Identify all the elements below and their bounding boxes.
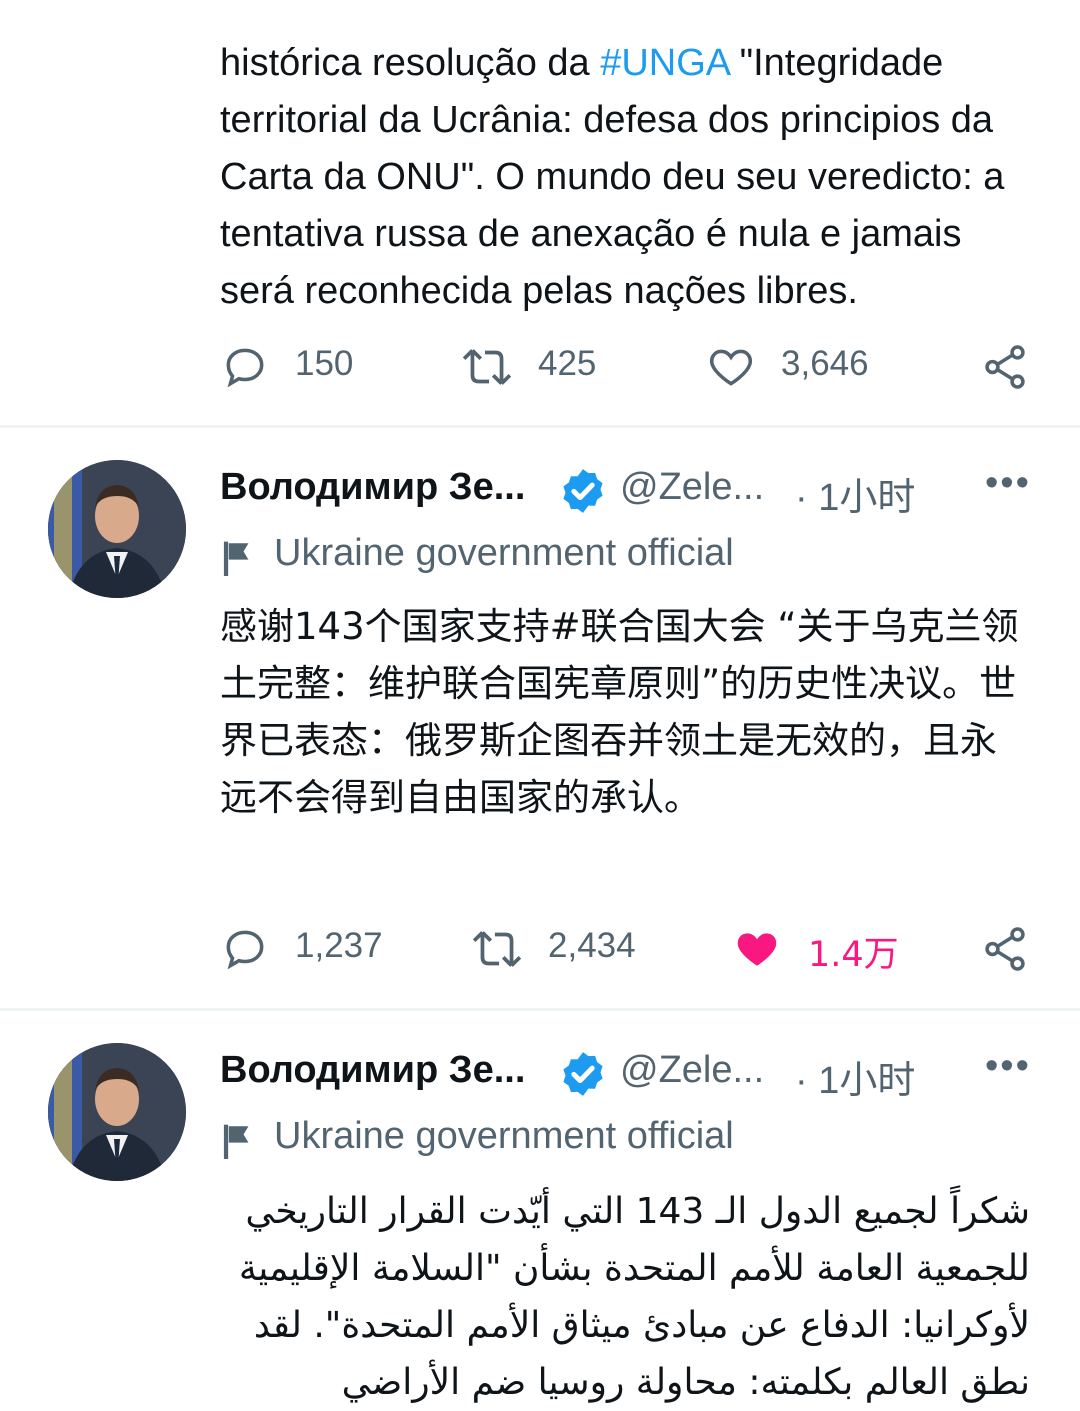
tweet-timestamp[interactable]: · 1小时 — [795, 1049, 915, 1104]
share-icon — [985, 345, 1025, 389]
flag-icon — [223, 541, 249, 576]
tweet-2-text: 感谢143个国家支持#联合国大会 “关于乌克兰领土完整：维护联合国宪章原则”的历… — [220, 605, 1019, 819]
tweet-2[interactable]: Володимир Зе... @Zele... · 1小时 ••• Ukrai… — [0, 428, 1080, 1008]
account-label[interactable]: Ukraine government official — [220, 532, 1040, 582]
reply-icon — [226, 348, 264, 388]
avatar[interactable] — [48, 1043, 186, 1181]
avatar[interactable] — [48, 460, 186, 598]
tweet-3-header: Володимир Зе... @Zele... · 1小时 ••• — [220, 1045, 1040, 1105]
verified-badge-icon — [563, 1052, 603, 1096]
account-label[interactable]: Ukraine government official — [220, 1115, 1040, 1165]
tweet-2-actions: 1,237 2,434 1.4万 — [220, 918, 1040, 978]
retweet-icon — [472, 931, 522, 967]
flag-icon — [223, 1124, 249, 1159]
tweet-1-text: histórica resolução da #UNGA "Integridad… — [220, 0, 1040, 320]
tweet-3-text: شكراً لجميع الدول الـ 143 التي أيّدت الق… — [238, 1191, 1030, 1403]
tweet-3[interactable]: Володимир Зе... @Zele... · 1小时 ••• Ukrai… — [0, 1011, 1080, 1407]
reply-count: 150 — [295, 344, 354, 383]
avatar-portrait — [48, 1043, 186, 1181]
tweet-1-hashtag-link[interactable]: #UNGA — [600, 42, 729, 84]
avatar-portrait — [48, 460, 186, 598]
author-handle[interactable]: @Zele... — [620, 1049, 764, 1092]
retweet-count: 425 — [538, 344, 597, 383]
tweet-timestamp[interactable]: · 1小时 — [795, 466, 915, 521]
reply-count: 1,237 — [295, 926, 383, 965]
tweet-1[interactable]: histórica resolução da #UNGA "Integridad… — [0, 0, 1080, 425]
author-name[interactable]: Володимир Зе... — [220, 466, 525, 509]
author-handle[interactable]: @Zele... — [620, 466, 764, 509]
verified-badge-icon — [563, 469, 603, 513]
like-count: 3,646 — [781, 344, 869, 383]
share-icon — [985, 927, 1025, 971]
more-icon[interactable]: ••• — [985, 1045, 1031, 1088]
reply-icon — [226, 930, 264, 970]
author-name[interactable]: Володимир Зе... — [220, 1049, 525, 1092]
account-label-text: Ukraine government official — [274, 1115, 734, 1157]
heart-icon — [710, 349, 752, 386]
heart-icon — [737, 933, 777, 966]
retweet-icon — [462, 349, 512, 385]
tweet-2-header: Володимир Зе... @Zele... · 1小时 ••• — [220, 462, 1040, 522]
tweet-1-text-pre: histórica resolução da — [220, 42, 601, 84]
retweet-count: 2,434 — [548, 926, 636, 965]
more-icon[interactable]: ••• — [985, 462, 1031, 505]
account-label-text: Ukraine government official — [274, 532, 734, 574]
like-count: 1.4万 — [808, 935, 899, 975]
tweet-1-actions: 150 425 3,646 — [220, 336, 1040, 396]
